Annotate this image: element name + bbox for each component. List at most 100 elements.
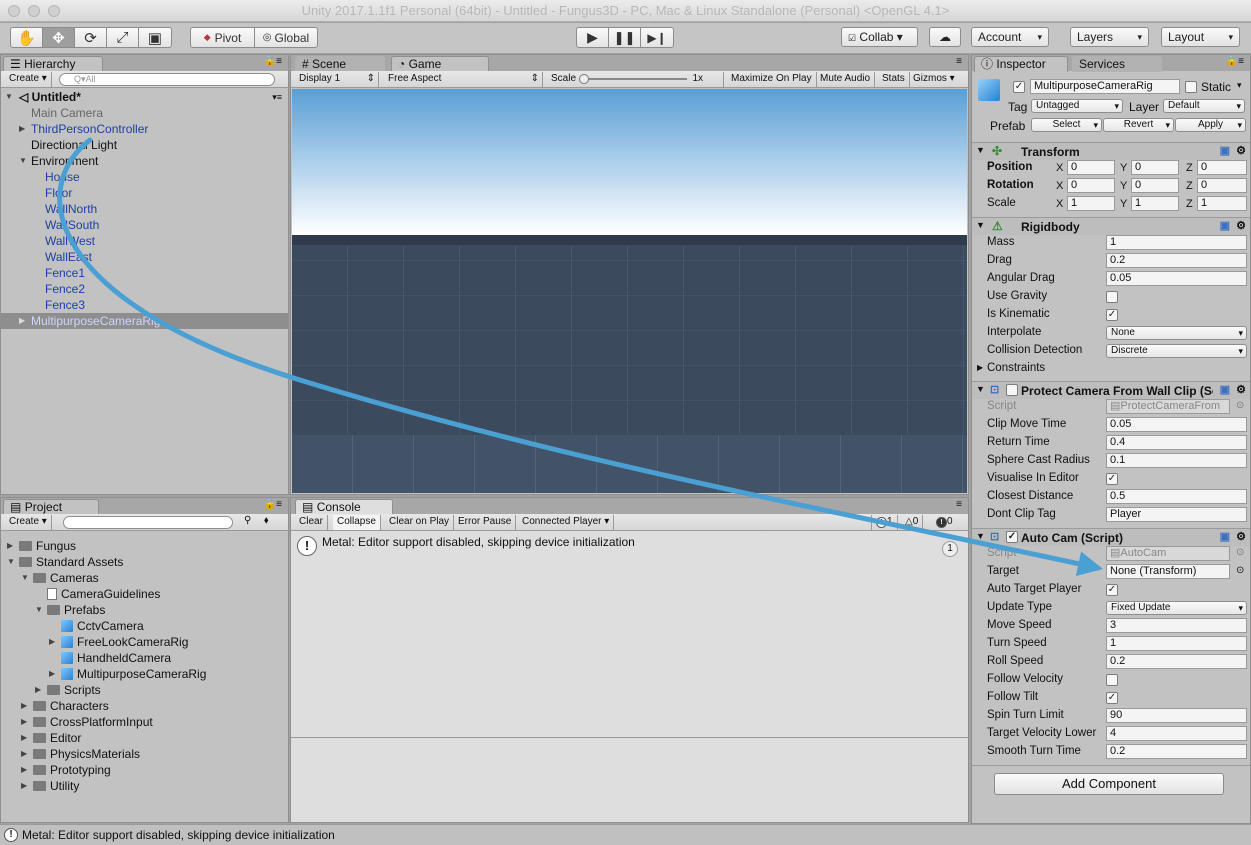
auto-target-player-checkbox[interactable]: ✓ <box>1106 584 1118 596</box>
dont-clip-tag-field[interactable]: Player <box>1106 507 1247 522</box>
tree-item-multipurpose-camera-rig[interactable]: ▶ MultipurposeCameraRig <box>1 313 288 329</box>
scale-slider[interactable]: Scale 1x <box>547 72 724 87</box>
tab-inspector[interactable]: ⓘ Inspector <box>974 56 1068 72</box>
prefab-select-button[interactable]: Select <box>1031 118 1102 132</box>
project-item-handheld-camera[interactable]: HandheldCamera <box>1 650 288 666</box>
project-item-characters[interactable]: ▶ Characters <box>1 698 288 714</box>
tag-dropdown[interactable]: Untagged <box>1031 99 1123 113</box>
zoom-window-button[interactable] <box>48 5 60 17</box>
transform-header[interactable]: ▼ ✣ Transform ▣ ⚙ <box>972 142 1250 160</box>
project-item-free-look-camera-rig[interactable]: ▶ FreeLookCameraRig <box>1 634 288 650</box>
collision-detection-dropdown[interactable]: Discrete <box>1106 344 1247 358</box>
layer-dropdown[interactable]: Default <box>1163 99 1245 113</box>
project-item-multipurpose-camera-rig[interactable]: ▶ MultipurposeCameraRig <box>1 666 288 682</box>
tree-item-wall-west[interactable]: WallWest <box>1 233 288 249</box>
object-picker-icon[interactable]: ⊙ <box>1236 565 1244 576</box>
auto-cam-enabled-checkbox[interactable]: ✓ <box>1006 531 1018 543</box>
update-type-dropdown[interactable]: Fixed Update <box>1106 601 1247 615</box>
tree-item-third-person-controller[interactable]: ▶ ThirdPersonController <box>1 121 288 137</box>
target-velocity-lower-field[interactable]: 4 <box>1106 726 1247 741</box>
sphere-cast-radius-field[interactable]: 0.1 <box>1106 453 1247 468</box>
constraints-row[interactable]: ▶ Constraints <box>972 360 1250 378</box>
console-collapse-toggle[interactable]: Collapse <box>333 515 381 530</box>
step-icon[interactable]: ▶❙ <box>641 28 673 47</box>
rotation-y-field[interactable]: 0 <box>1131 178 1179 193</box>
auto-cam-header[interactable]: ▼ ⊡ ✓ Auto Cam (Script) ▣ ⚙ <box>972 528 1250 546</box>
minimize-window-button[interactable] <box>28 5 40 17</box>
connected-player-dropdown[interactable]: Connected Player ▾ <box>518 515 615 530</box>
object-name-input[interactable]: MultipurposeCameraRig <box>1030 79 1180 94</box>
prefab-revert-button[interactable]: Revert <box>1103 118 1174 132</box>
smooth-turn-time-field[interactable]: 0.2 <box>1106 744 1247 759</box>
tree-item-wall-south[interactable]: WallSouth <box>1 217 288 233</box>
project-item-cameras[interactable]: ▼ Cameras <box>1 570 288 586</box>
cloud-button[interactable]: ☁ <box>929 27 961 47</box>
project-item-camera-guidelines[interactable]: CameraGuidelines <box>1 586 288 602</box>
stats-toggle[interactable]: Stats <box>878 72 910 87</box>
return-time-field[interactable]: 0.4 <box>1106 435 1247 450</box>
scale-x-field[interactable]: 1 <box>1067 196 1115 211</box>
account-dropdown[interactable]: Account ▾ <box>971 27 1049 47</box>
position-y-field[interactable]: 0 <box>1131 160 1179 175</box>
display-dropdown[interactable]: Display 1 ⇕ <box>295 72 379 87</box>
console-clear-button[interactable]: Clear <box>295 515 328 530</box>
rotate-tool-icon[interactable]: ⟳ <box>75 28 107 47</box>
game-menu-icon[interactable]: ≡ <box>956 56 962 67</box>
object-picker-icon[interactable]: ⊙ <box>1236 547 1244 558</box>
tab-hierarchy[interactable]: ☰ Hierarchy <box>3 56 103 72</box>
drag-field[interactable]: 0.2 <box>1106 253 1247 268</box>
project-item-cross-platform-input[interactable]: ▶ CrossPlatformInput <box>1 714 288 730</box>
project-item-prototyping[interactable]: ▶ Prototyping <box>1 762 288 778</box>
protect-camera-header[interactable]: ▼ ⊡ Protect Camera From Wall Clip (Sc ▣ … <box>972 381 1250 399</box>
filter-type-icon[interactable]: ⚲ <box>244 515 251 526</box>
maximize-on-play-toggle[interactable]: Maximize On Play <box>727 72 817 87</box>
move-speed-field[interactable]: 3 <box>1106 618 1247 633</box>
close-window-button[interactable] <box>8 5 20 17</box>
error-count-toggle[interactable]: ! 0 <box>932 515 957 530</box>
hierarchy-create-button[interactable]: Create ▾ <box>5 72 52 87</box>
tree-item-directional-light[interactable]: Directional Light <box>1 137 288 153</box>
aspect-dropdown[interactable]: Free Aspect ⇕ <box>384 72 543 87</box>
inspector-menu-icon[interactable]: 🔒≡ <box>1226 56 1244 67</box>
visualise-in-editor-checkbox[interactable]: ✓ <box>1106 473 1118 485</box>
scale-z-field[interactable]: 1 <box>1197 196 1247 211</box>
rotation-x-field[interactable]: 0 <box>1067 178 1115 193</box>
rotation-z-field[interactable]: 0 <box>1197 178 1247 193</box>
scale-tool-icon[interactable]: ⤢ <box>107 28 139 47</box>
hand-tool-icon[interactable]: ✋ <box>11 28 43 47</box>
project-item-utility[interactable]: ▶ Utility <box>1 778 288 794</box>
scene-root[interactable]: ▼ ◁ Untitled* ▾≡ <box>1 89 288 105</box>
project-item-physics-materials[interactable]: ▶ PhysicsMaterials <box>1 746 288 762</box>
hierarchy-search-input[interactable]: Q▾All <box>59 73 275 86</box>
play-icon[interactable]: ▶ <box>577 28 609 47</box>
gear-icon[interactable]: ⚙ <box>1236 219 1246 232</box>
prefab-apply-button[interactable]: Apply <box>1175 118 1246 132</box>
collab-button[interactable]: ☑ Collab ▾ <box>841 27 918 47</box>
is-kinematic-checkbox[interactable]: ✓ <box>1106 309 1118 321</box>
project-menu-icon[interactable]: 🔒≡ <box>264 499 282 510</box>
project-item-standard-assets[interactable]: ▼ Standard Assets <box>1 554 288 570</box>
mute-audio-toggle[interactable]: Mute Audio <box>816 72 876 87</box>
add-component-button[interactable]: Add Component <box>994 773 1224 795</box>
follow-tilt-checkbox[interactable]: ✓ <box>1106 692 1118 704</box>
angular-drag-field[interactable]: 0.05 <box>1106 271 1247 286</box>
object-picker-icon[interactable]: ⊙ <box>1236 400 1244 411</box>
project-item-fungus[interactable]: ▶ Fungus <box>1 538 288 554</box>
pause-icon[interactable]: ❚❚ <box>609 28 641 47</box>
gear-icon[interactable]: ⚙ <box>1236 383 1246 396</box>
tab-console[interactable]: ▤ Console <box>295 499 393 515</box>
help-icon[interactable]: ▣ <box>1220 144 1230 157</box>
interpolate-dropdown[interactable]: None <box>1106 326 1247 340</box>
gear-icon[interactable]: ⚙ <box>1236 144 1246 157</box>
roll-speed-field[interactable]: 0.2 <box>1106 654 1247 669</box>
target-field[interactable]: None (Transform) <box>1106 564 1230 579</box>
filter-label-icon[interactable]: ⬧ <box>264 515 269 526</box>
global-button[interactable]: ◎ Global <box>255 28 317 47</box>
tree-item-house[interactable]: House <box>1 169 288 185</box>
static-checkbox[interactable] <box>1185 81 1197 93</box>
use-gravity-checkbox[interactable] <box>1106 291 1118 303</box>
gizmos-dropdown[interactable]: Gizmos ▾ <box>909 72 959 87</box>
tab-services[interactable]: Services <box>1072 56 1162 72</box>
console-log-entry[interactable]: Metal: Editor support disabled, skipping… <box>322 535 635 549</box>
help-icon[interactable]: ▣ <box>1220 219 1230 232</box>
